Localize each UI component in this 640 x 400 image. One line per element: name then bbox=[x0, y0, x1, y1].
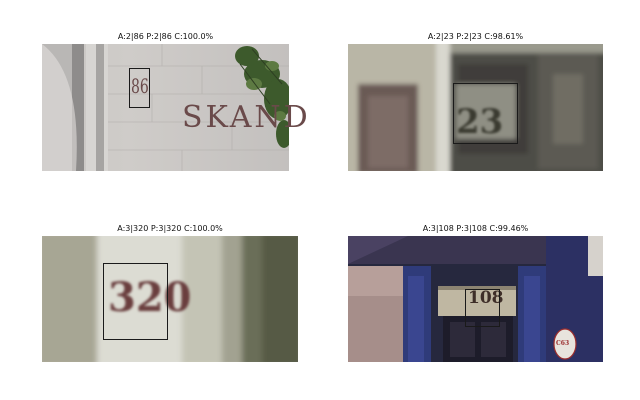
panel-1-title: A:2|86 P:2|86 C:100.0% bbox=[117, 32, 214, 41]
panel-3: A:3|320 P:3|320 C:100.0% 320 bbox=[42, 224, 298, 362]
bounding-box-4 bbox=[465, 289, 500, 327]
sign-text-skand: SKAND bbox=[182, 100, 311, 135]
bounding-box-1 bbox=[129, 68, 150, 108]
panel-4-title: A:3|108 P:3|108 C:99.46% bbox=[422, 224, 529, 233]
panel-4: A:3|108 P:3|108 C:99.46% 108 C63 bbox=[348, 224, 603, 362]
bounding-box-2 bbox=[453, 83, 518, 144]
panel-2-title: A:2|23 P:2|23 C:98.61% bbox=[427, 32, 524, 41]
bounding-box-3 bbox=[103, 263, 168, 340]
panel-3-title: A:3|320 P:3|320 C:100.0% bbox=[117, 224, 223, 233]
panel-2: A:2|23 P:2|23 C:98.61% 23 bbox=[348, 32, 603, 171]
panel-1: A:2|86 P:2|86 C:100.0% 86 SKAND bbox=[42, 32, 308, 171]
plate-text: C63 bbox=[556, 340, 570, 347]
